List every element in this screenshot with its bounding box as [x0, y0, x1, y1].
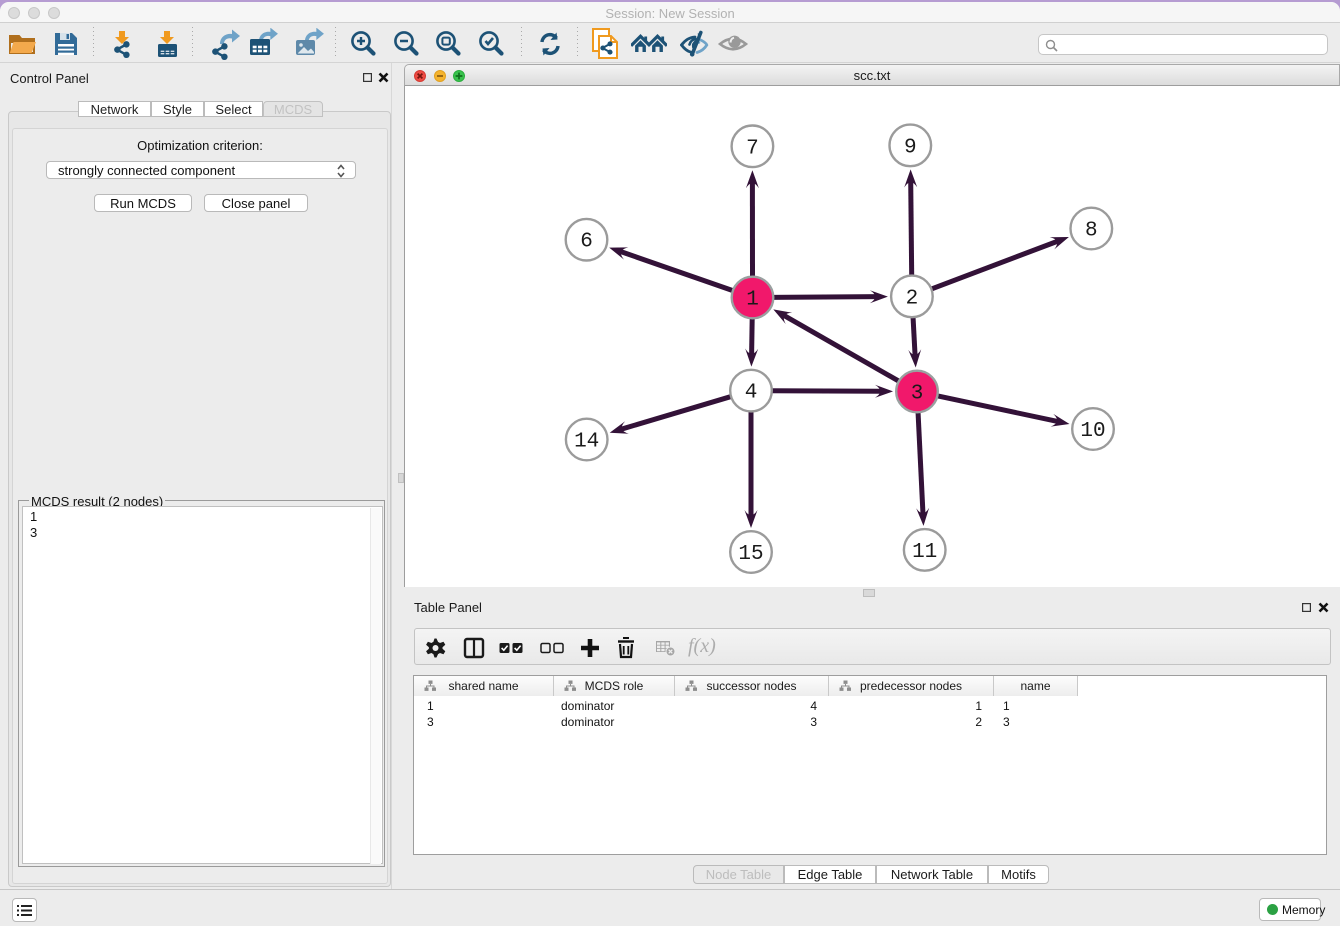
- svg-text:2: 2: [906, 287, 919, 310]
- svg-text:11: 11: [912, 541, 937, 564]
- svg-text:4: 4: [745, 382, 758, 405]
- svg-text:6: 6: [580, 231, 593, 254]
- svg-text:14: 14: [574, 431, 599, 454]
- svg-text:10: 10: [1080, 420, 1105, 443]
- svg-text:3: 3: [911, 383, 924, 406]
- svg-text:1: 1: [746, 289, 759, 312]
- svg-text:9: 9: [904, 136, 917, 159]
- svg-text:8: 8: [1085, 220, 1098, 243]
- svg-text:7: 7: [746, 137, 759, 160]
- svg-text:15: 15: [738, 543, 763, 566]
